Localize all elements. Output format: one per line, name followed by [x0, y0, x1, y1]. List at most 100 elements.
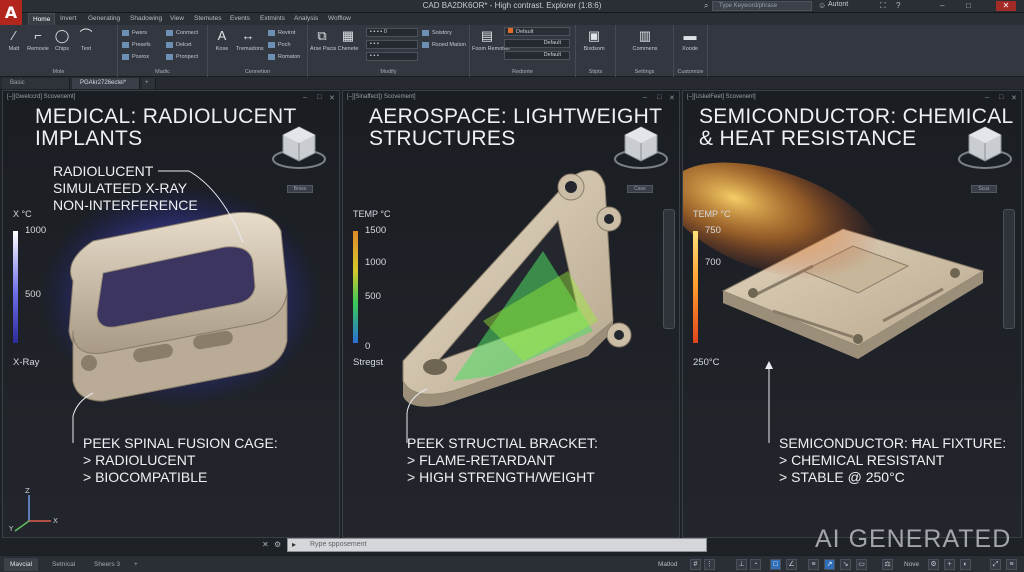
ortho-icon[interactable]: ⊥: [736, 559, 747, 570]
search-icon[interactable]: ⌕: [704, 1, 708, 11]
command-close-icon[interactable]: ✕: [262, 540, 269, 549]
presefs-tool[interactable]: Presefs: [122, 41, 151, 49]
viewport-minimize-icon[interactable]: –: [303, 94, 307, 101]
doc-tab-active[interactable]: PGAkr2726ectel*: [72, 78, 140, 89]
layout-tab-2[interactable]: Sheers 3: [88, 558, 126, 571]
tab-stemutes[interactable]: Stemutes: [190, 13, 225, 25]
viewport-maximize-icon[interactable]: □: [317, 94, 321, 101]
close-icon[interactable]: ✕: [996, 1, 1016, 11]
viewport-minimize-icon[interactable]: –: [985, 94, 989, 101]
tremadons-button[interactable]: ↔ Tremadons: [236, 28, 264, 52]
viewport-aerospace[interactable]: [–][Sinaffect]) Scovement] – □ ✕ AEROSPA…: [342, 90, 680, 538]
customize-icon[interactable]: ≡: [1006, 559, 1017, 570]
selection-cycling-icon[interactable]: ↗: [824, 559, 835, 570]
help-icon[interactable]: ?: [896, 1, 900, 11]
tab-home[interactable]: Home: [28, 13, 56, 25]
viewport-maximize-icon[interactable]: □: [657, 94, 661, 101]
viewport-medical[interactable]: Z X Y [–][Gwelccrd] Scovenemt] – □ ✕ MED…: [2, 90, 340, 538]
tab-wofflow[interactable]: Wofflow: [324, 13, 355, 25]
bixdsom-button[interactable]: ▣ Bixdsom: [582, 28, 606, 52]
rsoed-mation-tool[interactable]: Rsoed Mation: [422, 41, 466, 49]
polar-icon[interactable]: ◔: [750, 559, 761, 570]
layer-dropdown[interactable]: ▪ ▪ ▪ ▪ 0: [366, 28, 418, 37]
doc-tab-basic[interactable]: Basic: [2, 78, 70, 89]
tab-extmints[interactable]: Extmints: [256, 13, 289, 25]
new-tab-icon[interactable]: +: [142, 78, 156, 89]
fwers-tool[interactable]: Fwers: [122, 29, 147, 37]
transparency-icon[interactable]: ▭: [856, 559, 867, 570]
add-layout-icon[interactable]: +: [128, 558, 144, 571]
navigation-bar[interactable]: [663, 209, 675, 329]
viewport-header[interactable]: [–][Gwelccrd] Scovenemt]: [7, 94, 75, 100]
nav-label[interactable]: Scux: [971, 185, 997, 193]
annotation-dropdown[interactable]: Nove: [904, 559, 919, 570]
viewport-close-icon[interactable]: ✕: [669, 94, 675, 102]
delcet-tool[interactable]: Delcet: [166, 41, 192, 49]
soistory-tool[interactable]: Soistory: [422, 29, 452, 37]
fullscreen-icon[interactable]: ⤢: [990, 559, 1001, 570]
layout-tab-1[interactable]: Setnical: [46, 558, 81, 571]
viewport-maximize-icon[interactable]: □: [999, 94, 1003, 101]
tab-analysis[interactable]: Analysis: [290, 13, 322, 25]
command-input[interactable]: Rype spposement: [310, 541, 366, 548]
tab-invert[interactable]: Invert: [56, 13, 80, 25]
tab-view[interactable]: View: [166, 13, 188, 25]
annotation-scale-icon[interactable]: ⚖: [882, 559, 893, 570]
foom-remotter-button[interactable]: ▤ Foom Remotter: [472, 28, 510, 52]
text-button[interactable]: ⌒ Text: [74, 28, 98, 52]
app-logo[interactable]: A: [0, 0, 22, 28]
viewport-header[interactable]: [–][Sinaffect]) Scovement]: [347, 94, 416, 100]
poch-tool[interactable]: Poch: [268, 41, 291, 49]
matt-button[interactable]: ∕ Matt: [2, 28, 26, 52]
posrox-tool[interactable]: Posrox: [122, 53, 149, 61]
viewport-header[interactable]: [–][UskelFeet] Scovenent]: [687, 94, 756, 100]
viewcube-icon[interactable]: [613, 123, 669, 171]
minimize-icon[interactable]: –: [940, 1, 944, 11]
tab-generating[interactable]: Generating: [84, 13, 124, 25]
lineweight-icon[interactable]: ≡: [808, 559, 819, 570]
viewport-semiconductor[interactable]: [–][UskelFeet] Scovenent] – □ ✕ SEMICOND…: [682, 90, 1022, 538]
grid-icon[interactable]: #: [690, 559, 701, 570]
cart-icon[interactable]: ⛶: [880, 1, 886, 11]
user-icon[interactable]: ☺: [818, 1, 826, 11]
nav-label[interactable]: Caxe: [627, 185, 653, 193]
search-input[interactable]: Type Keyword/phrase: [712, 1, 812, 11]
color-dropdown[interactable]: Default: [504, 27, 570, 36]
otrack-icon[interactable]: ∠: [786, 559, 797, 570]
nav-label[interactable]: Brxes: [287, 185, 313, 193]
romaton-tool[interactable]: Romaton: [268, 53, 300, 61]
kose-button[interactable]: A Kose: [210, 28, 234, 52]
pronpect-tool[interactable]: Pronpect: [166, 53, 198, 61]
linetype-dropdown[interactable]: Default: [504, 39, 570, 48]
arse-pacis-button[interactable]: ⧉ Arse Pacis: [310, 28, 336, 52]
viewport-close-icon[interactable]: ✕: [1011, 94, 1017, 102]
osnap-icon[interactable]: □: [770, 559, 781, 570]
commens-button[interactable]: ▥ Commens: [630, 28, 660, 52]
removie-button[interactable]: ⌐ Removie: [26, 28, 50, 52]
account-name[interactable]: Autont: [828, 1, 848, 8]
model-space-toggle[interactable]: Matlod: [658, 559, 678, 570]
isolate-objects-icon[interactable]: ◐: [960, 559, 971, 570]
snap-icon[interactable]: ⋮: [704, 559, 715, 570]
navigation-bar[interactable]: [1003, 209, 1015, 329]
command-settings-icon[interactable]: ⚙: [274, 540, 281, 549]
viewport-close-icon[interactable]: ✕: [329, 94, 335, 102]
tab-shadowing[interactable]: Shadowing: [126, 13, 166, 25]
plus-icon[interactable]: +: [944, 559, 955, 570]
revirot-tool[interactable]: Revirot: [268, 29, 295, 37]
conmect-tool[interactable]: Conmect: [166, 29, 198, 37]
tab-events[interactable]: Events: [226, 13, 254, 25]
chenete-button[interactable]: ▦ Chenete: [336, 28, 360, 52]
dynamic-input-icon[interactable]: ↘: [840, 559, 851, 570]
layout-tab-model[interactable]: Mavcial: [4, 558, 39, 571]
chips-button[interactable]: ◯ Chips: [50, 28, 74, 52]
command-line[interactable]: ▸ Rype spposement: [287, 538, 707, 552]
viewcube-icon[interactable]: [957, 123, 1013, 171]
lineweight-dropdown[interactable]: Default: [504, 51, 570, 60]
xoode-button[interactable]: ▬ Xoode: [678, 28, 702, 52]
layer-state-dropdown[interactable]: ▪ ▪ ▪: [366, 40, 418, 49]
layer-color-dropdown[interactable]: ▪ ▪ ▪: [366, 52, 418, 61]
viewport-minimize-icon[interactable]: –: [643, 94, 647, 101]
viewcube-icon[interactable]: [271, 123, 327, 171]
workspace-icon[interactable]: ⚙: [928, 559, 939, 570]
